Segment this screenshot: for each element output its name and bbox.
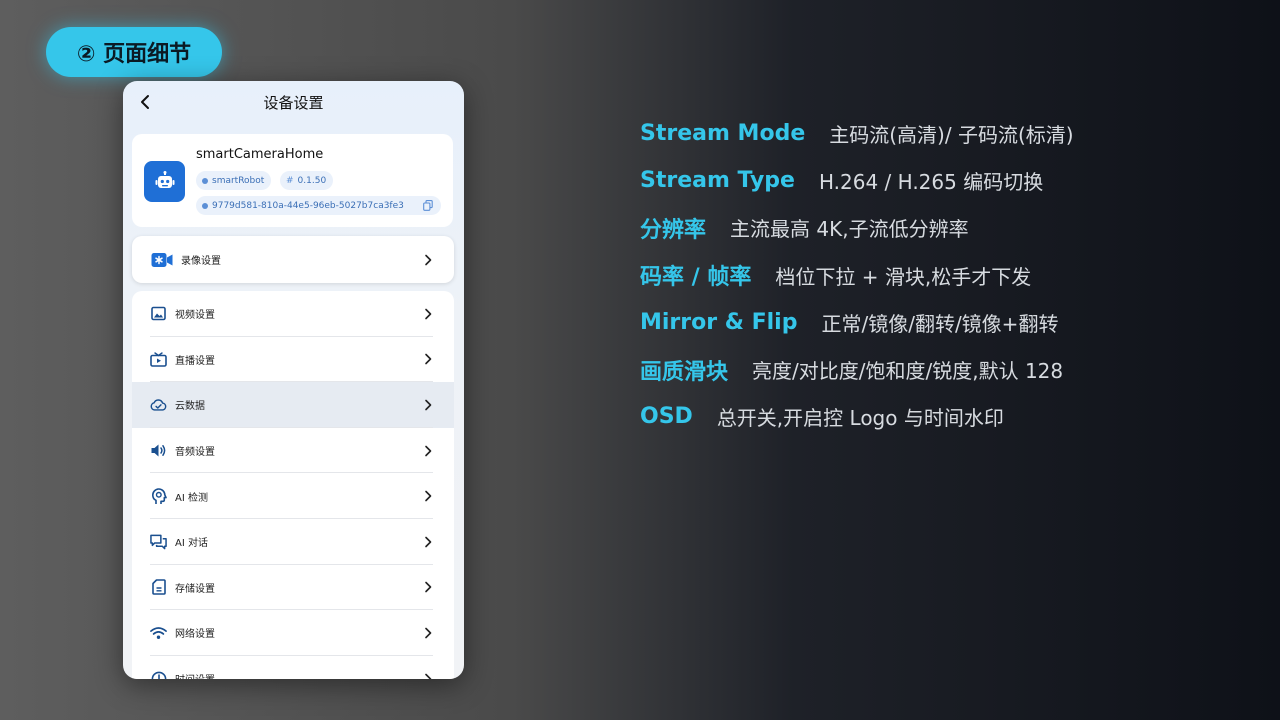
feature-key: Mirror & Flip (640, 309, 798, 335)
feature-key: 码率 / 帧率 (640, 265, 752, 291)
chat-icon (150, 533, 167, 550)
image-icon (150, 305, 167, 322)
settings-menu-card: 视频设置直播设置云数据音频设置 AI 检测 AI 对话存储设置网络设置时间设置 (132, 291, 454, 679)
feature-item: Stream Mode 主码流(高清)/ 子码流(标清) (640, 110, 1074, 157)
menu-item[interactable]: AI 检测 (132, 473, 454, 519)
robot-icon (144, 161, 185, 202)
feature-value: 总开关,开启控 Logo 与时间水印 (716, 406, 1004, 431)
copy-icon[interactable] (423, 200, 433, 214)
chevron-right-icon (423, 673, 433, 679)
menu-item[interactable]: AI 对话 (132, 519, 454, 565)
version-chip: # 0.1.50 (280, 171, 334, 190)
feature-key: 分辨率 (640, 217, 707, 243)
menu-item[interactable]: 音频设置 (132, 428, 454, 474)
device-tag-chip: smartRobot (196, 171, 272, 190)
menu-item[interactable]: 直播设置 (132, 337, 454, 383)
dot-icon (202, 177, 208, 184)
device-id-chip: 9779d581-810a-44e5-96eb-5027b7ca3fe3 (196, 196, 441, 215)
menu-item-label: 直播设置 (175, 355, 215, 367)
menu-item-label: AI 对话 (175, 538, 208, 550)
menu-item-label: 网络设置 (175, 629, 215, 641)
brain-icon (150, 487, 167, 505)
feature-item: Stream Type H.264 / H.265 编码切换 (640, 157, 1074, 204)
feature-key: Stream Mode (640, 121, 806, 147)
menu-item-record[interactable]: 录像设置 (132, 236, 454, 283)
nav-bar: 设备设置 (123, 81, 464, 123)
camera-icon (151, 251, 173, 268)
menu-item-label: AI 检测 (175, 492, 208, 504)
phone-screen: 设备设置 smartCameraHome smartRobot # 0.1.50 (123, 81, 464, 679)
cloud-check-icon (150, 396, 167, 413)
feature-item: 画质滑块 亮度/对比度/饱和度/锐度,默认 128 (640, 346, 1074, 393)
chevron-right-icon (423, 308, 433, 320)
feature-value: H.264 / H.265 编码切换 (818, 170, 1044, 195)
feature-key: Stream Type (640, 168, 795, 194)
device-card: smartCameraHome smartRobot # 0.1.50 9779… (132, 134, 453, 227)
menu-item[interactable]: 时间设置 (132, 656, 454, 679)
feature-item: OSD 总开关,开启控 Logo 与时间水印 (640, 393, 1074, 440)
page-title: 设备设置 (263, 93, 324, 112)
feature-value: 档位下拉 + 滑块,松手才下发 (775, 264, 1032, 289)
feature-value: 亮度/对比度/饱和度/锐度,默认 128 (752, 359, 1064, 384)
menu-item[interactable]: 视频设置 (132, 291, 454, 337)
clock-icon (150, 670, 167, 679)
device-version: 0.1.50 (297, 175, 327, 186)
speaker-icon (150, 442, 167, 459)
section-badge: ② 页面细节 (46, 27, 222, 77)
device-tag: smartRobot (212, 175, 265, 186)
sd-card-icon (150, 579, 167, 596)
chevron-right-icon (423, 353, 433, 365)
back-arrow-icon[interactable] (137, 93, 155, 111)
feature-item: Mirror & Flip 正常/镜像/翻转/镜像+翻转 (640, 299, 1074, 346)
feature-key: OSD (640, 404, 693, 430)
menu-item-label: 存储设置 (175, 583, 215, 595)
menu-item[interactable]: 存储设置 (132, 565, 454, 611)
chevron-right-icon (423, 445, 433, 457)
chevron-right-icon (423, 399, 433, 411)
dot-icon (202, 202, 208, 209)
tv-play-icon (150, 351, 167, 368)
chevron-right-icon (423, 536, 433, 548)
device-id: 9779d581-810a-44e5-96eb-5027b7ca3fe3 (212, 200, 404, 211)
chevron-right-icon (423, 254, 433, 266)
chevron-right-icon (423, 581, 433, 593)
chevron-right-icon (423, 627, 433, 639)
device-name: smartCameraHome (196, 147, 324, 162)
feature-item: 码率 / 帧率 档位下拉 + 滑块,松手才下发 (640, 252, 1074, 299)
menu-item-label: 音频设置 (175, 447, 215, 459)
feature-value: 主流最高 4K,子流低分辨率 (730, 217, 969, 242)
menu-item[interactable]: 网络设置 (132, 610, 454, 656)
feature-item: 分辨率 主流最高 4K,子流低分辨率 (640, 204, 1074, 251)
record-settings-card: 录像设置 (132, 236, 454, 283)
feature-value: 正常/镜像/翻转/镜像+翻转 (821, 311, 1059, 336)
feature-value: 主码流(高清)/ 子码流(标清) (829, 123, 1074, 148)
menu-item[interactable]: 云数据 (132, 382, 454, 428)
menu-item-label: 视频设置 (175, 310, 215, 322)
wifi-icon (150, 624, 167, 641)
chevron-right-icon (423, 490, 433, 502)
menu-item-label: 录像设置 (181, 256, 221, 267)
menu-item-label: 时间设置 (175, 671, 215, 679)
feature-key: 画质滑块 (640, 359, 729, 385)
feature-list: Stream Mode 主码流(高清)/ 子码流(标清) Stream Type H.… (640, 110, 1074, 440)
menu-item-label: 云数据 (175, 401, 205, 413)
hash-icon: # (286, 175, 294, 186)
